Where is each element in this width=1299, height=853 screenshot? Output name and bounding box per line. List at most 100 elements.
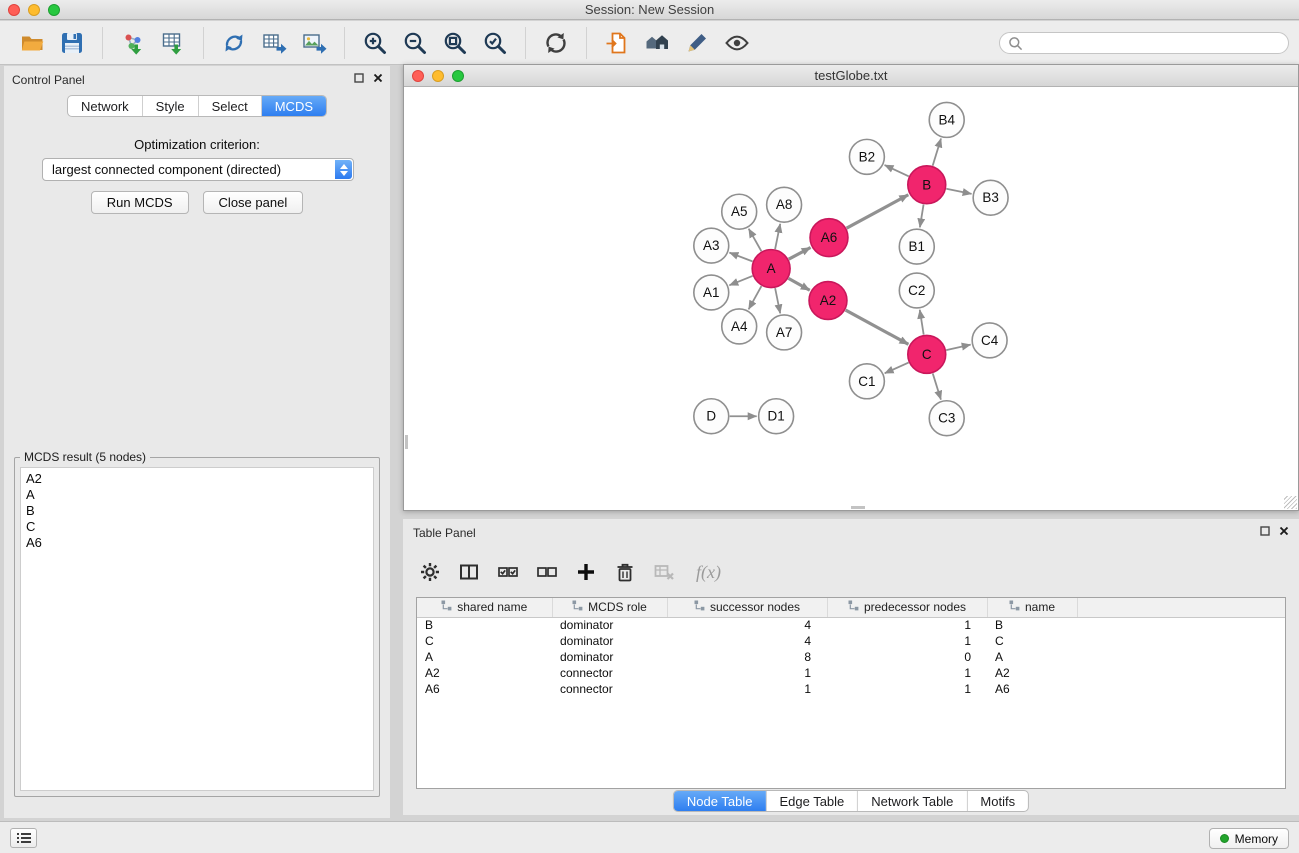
network-close-button[interactable] xyxy=(412,70,424,82)
run-mcds-button[interactable]: Run MCDS xyxy=(91,191,189,214)
graph-edge-C-C4[interactable] xyxy=(946,345,970,350)
tab-select[interactable]: Select xyxy=(199,96,262,116)
first-neighbors-button[interactable] xyxy=(599,25,635,61)
export-image-button[interactable] xyxy=(296,25,332,61)
close-panel-button[interactable]: Close panel xyxy=(203,191,304,214)
graph-edge-A6-B[interactable] xyxy=(847,195,909,228)
graph-edge-B-B4[interactable] xyxy=(933,138,941,165)
graph-edge-A-A2[interactable] xyxy=(788,278,809,290)
graph-edge-C-C3[interactable] xyxy=(933,373,941,399)
tab-mcds[interactable]: MCDS xyxy=(262,96,326,116)
graph-node-C4[interactable]: C4 xyxy=(972,323,1007,358)
minimize-window-button[interactable] xyxy=(28,4,40,16)
result-item[interactable]: B xyxy=(26,503,368,519)
graph-edge-A-A4[interactable] xyxy=(749,286,762,309)
export-table-button[interactable] xyxy=(256,25,292,61)
home-button[interactable] xyxy=(639,25,675,61)
mcds-result-list[interactable]: A2ABCA6 xyxy=(20,467,374,791)
graph-edge-B-B1[interactable] xyxy=(920,204,924,227)
graph-node-C[interactable]: C xyxy=(908,335,946,373)
resize-handle[interactable] xyxy=(1284,496,1297,509)
tab-network-table[interactable]: Network Table xyxy=(858,791,967,811)
table-row[interactable]: Adominator80A xyxy=(417,649,1285,665)
import-table-button[interactable] xyxy=(155,25,191,61)
graph-node-C1[interactable]: C1 xyxy=(849,364,884,399)
graph-node-B4[interactable]: B4 xyxy=(929,102,964,137)
zoom-in-button[interactable] xyxy=(357,25,393,61)
column-header-shared-name[interactable]: shared name xyxy=(417,598,552,617)
export-network-button[interactable] xyxy=(216,25,252,61)
save-session-button[interactable] xyxy=(54,25,90,61)
graph-node-A4[interactable]: A4 xyxy=(722,309,757,344)
table-row[interactable]: A6connector11A6 xyxy=(417,681,1285,697)
graph-node-A3[interactable]: A3 xyxy=(694,228,729,263)
network-window-titlebar[interactable]: testGlobe.txt xyxy=(404,65,1298,87)
graph-node-C2[interactable]: C2 xyxy=(899,273,934,308)
visual-style-button[interactable] xyxy=(679,25,715,61)
graph-node-A2[interactable]: A2 xyxy=(809,282,847,320)
show-columns-button[interactable] xyxy=(458,561,480,583)
search-field[interactable] xyxy=(999,32,1289,54)
graph-node-A6[interactable]: A6 xyxy=(810,219,848,257)
vertical-scroll-indicator[interactable] xyxy=(405,435,408,449)
network-minimize-button[interactable] xyxy=(432,70,444,82)
table-settings-button[interactable] xyxy=(419,561,441,583)
graph-edge-A-A6[interactable] xyxy=(789,248,811,260)
tab-network[interactable]: Network xyxy=(68,96,143,116)
memory-button[interactable]: Memory xyxy=(1209,828,1289,849)
graph-node-D[interactable]: D xyxy=(694,399,729,434)
table-row[interactable]: A2connector11A2 xyxy=(417,665,1285,681)
close-table-panel-icon[interactable] xyxy=(1279,526,1289,536)
graph-node-A8[interactable]: A8 xyxy=(767,187,802,222)
graph-node-B[interactable]: B xyxy=(908,166,946,204)
network-zoom-button[interactable] xyxy=(452,70,464,82)
tab-edge-table[interactable]: Edge Table xyxy=(766,791,858,811)
graph-node-A1[interactable]: A1 xyxy=(694,275,729,310)
column-header-name[interactable]: name xyxy=(987,598,1077,617)
graph-node-C3[interactable]: C3 xyxy=(929,401,964,436)
zoom-fit-button[interactable] xyxy=(437,25,473,61)
close-window-button[interactable] xyxy=(8,4,20,16)
result-item[interactable]: A xyxy=(26,487,368,503)
table-row[interactable]: Cdominator41C xyxy=(417,633,1285,649)
delete-table-button[interactable] xyxy=(653,561,675,583)
delete-columns-button[interactable] xyxy=(614,561,636,583)
graph-edge-A-A1[interactable] xyxy=(729,276,752,285)
table-row[interactable]: Bdominator41B xyxy=(417,617,1285,633)
close-panel-icon[interactable] xyxy=(373,73,383,83)
graph-edge-B-B2[interactable] xyxy=(885,165,909,176)
float-table-panel-icon[interactable] xyxy=(1260,526,1270,536)
result-item[interactable]: C xyxy=(26,519,368,535)
graph-node-B3[interactable]: B3 xyxy=(973,180,1008,215)
graph-node-D1[interactable]: D1 xyxy=(759,399,794,434)
column-header-predecessor-nodes[interactable]: predecessor nodes xyxy=(827,598,987,617)
graph-edge-B-B3[interactable] xyxy=(946,189,971,194)
graph-edge-C-C1[interactable] xyxy=(885,363,909,374)
graph-edge-A-A8[interactable] xyxy=(775,224,780,249)
search-input[interactable] xyxy=(1028,36,1280,50)
graph-edge-A2-C[interactable] xyxy=(846,310,909,344)
graph-node-A[interactable]: A xyxy=(752,250,790,288)
horizontal-scroll-indicator[interactable] xyxy=(851,506,865,509)
graph-node-B1[interactable]: B1 xyxy=(899,229,934,264)
show-details-button[interactable] xyxy=(719,25,755,61)
show-panels-button[interactable] xyxy=(10,828,37,848)
zoom-window-button[interactable] xyxy=(48,4,60,16)
tab-style[interactable]: Style xyxy=(143,96,199,116)
column-header-successor-nodes[interactable]: successor nodes xyxy=(667,598,827,617)
graph-node-B2[interactable]: B2 xyxy=(849,139,884,174)
function-builder-button[interactable]: f(x) xyxy=(692,562,721,583)
graph-edge-A-A7[interactable] xyxy=(775,288,780,313)
tab-motifs[interactable]: Motifs xyxy=(967,791,1028,811)
apply-layout-button[interactable] xyxy=(538,25,574,61)
open-session-button[interactable] xyxy=(14,25,50,61)
graph-node-A5[interactable]: A5 xyxy=(722,194,757,229)
graph-node-A7[interactable]: A7 xyxy=(767,315,802,350)
tab-node-table[interactable]: Node Table xyxy=(674,791,767,811)
import-network-button[interactable] xyxy=(115,25,151,61)
deselect-all-button[interactable] xyxy=(536,561,558,583)
new-column-button[interactable] xyxy=(575,561,597,583)
graph-edge-A-A5[interactable] xyxy=(749,229,762,252)
float-panel-icon[interactable] xyxy=(354,73,364,83)
select-all-button[interactable] xyxy=(497,561,519,583)
